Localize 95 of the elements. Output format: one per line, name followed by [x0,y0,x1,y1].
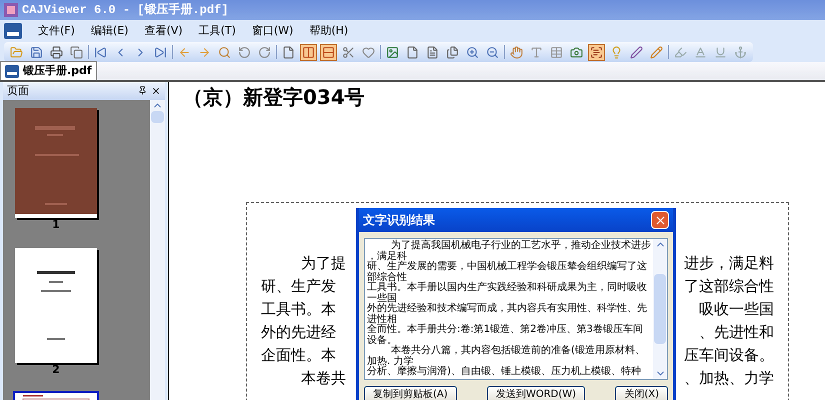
menu-item[interactable]: 帮助(H) [309,22,348,40]
menu-item[interactable]: 编辑(E) [90,22,128,40]
result-line: 进性相 [367,314,398,324]
menu-item[interactable]: 工具(T) [198,22,236,40]
copy-icon [70,46,83,58]
menu-item[interactable]: 文件(F) [38,22,75,40]
page-text: 本卷共 [300,368,346,388]
page-text: 进步，满足料 [684,253,774,273]
document-icon [426,46,439,58]
page-text: 外的先进经 [261,322,336,342]
forward-icon [198,46,211,58]
panel-title: 页面 [7,82,29,99]
page-text: 压车间设备。 [684,345,774,365]
printer-icon [50,46,63,58]
result-line: 加热. 力学 [367,356,414,366]
text-recognition-button[interactable] [588,44,605,60]
rotate-right-icon [258,46,271,58]
app-icon [4,3,18,17]
pin-icon[interactable] [138,86,147,95]
result-text-area[interactable] [364,238,668,380]
page-number: 1 [52,218,60,232]
result-line: 工具书。本手册以国内生产实践经验和科研成果为主，同时吸收 [367,283,648,293]
pencil-icon [650,46,663,58]
result-line: 一些国 [367,294,397,304]
page-text: 、先进性和 [699,322,774,342]
save-icon [30,46,43,58]
page-text: 吸收一些国 [699,299,774,319]
pages-button[interactable] [444,44,461,60]
result-line: 本卷共分八篇，其内容包括锻造前的准备(锻造用原材料、 [390,346,646,356]
close-icon [654,214,666,226]
hand-button[interactable] [508,44,525,60]
dialog-button[interactable]: 发送到WORD(W) [486,386,586,400]
printer-button[interactable] [48,44,65,60]
page-text: 研、生产发 [261,276,336,296]
dialog-title: 文字识别结果 [363,212,435,229]
menu-item[interactable]: 窗口(W) [252,22,294,40]
page-icon [406,46,419,58]
first-page-icon [94,46,107,58]
image-icon [386,46,399,58]
hand-icon [510,46,523,58]
pen-button[interactable] [628,44,645,60]
fit-width-button[interactable] [300,44,317,60]
underline-icon [714,46,727,58]
fit-width-icon [302,46,315,58]
scissors-icon [342,46,355,58]
menu-item[interactable]: 查看(V) [144,22,183,40]
result-line: 分析、摩擦与润滑)、自由锻、锤上模锻、压力机上模锻、特种 [367,367,642,378]
dialog-button[interactable]: 关闭(X) [615,386,668,400]
copy-button[interactable] [68,44,85,60]
zoom-in-icon [466,46,479,58]
folder-icon [10,46,23,58]
page-text: 为了提 [300,253,346,273]
pages-icon [446,46,459,58]
result-line: 部综合性 [367,272,407,282]
scrollbar[interactable] [150,100,165,400]
last-page-icon [154,46,167,58]
text-select-icon [530,46,543,58]
pen-icon [630,46,643,58]
page-text: 了这部综合性 [684,276,774,296]
heart-icon [362,46,375,58]
close-button[interactable] [651,211,669,229]
fit-height-button[interactable] [320,44,337,60]
highlighter-icon [674,46,687,58]
find-icon [218,46,231,58]
scrollbar-thumb[interactable] [654,274,666,344]
page-text: 企面性。本 [261,345,336,365]
pencil-button[interactable] [648,44,665,60]
page-text: 、加热、力学 [684,368,774,388]
result-line: 设备。 [367,336,397,346]
text-icon [694,46,707,58]
page-thumbnail[interactable] [15,248,97,363]
result-line: 全而性。本手册共分:卷:第1锻造、第2卷冲压、第3卷锻压车间 [367,325,644,335]
anchor-icon [734,46,747,58]
close-icon[interactable] [151,86,161,96]
dialog-button[interactable]: 复制到剪贴板(A) [364,386,457,400]
back-icon [178,46,191,58]
page-heading: （京）新登字034号 [183,84,365,111]
lightbulb-icon [610,46,623,58]
result-line: 为了提高我国机械电子行业的工艺水乎，推动企业技术进步 [390,241,651,251]
window-title: CAJViewer 6.0 - [锻压手册.pdf] [22,2,228,19]
rotate-left-icon [238,46,251,58]
result-line: 研、生产发展的需要，中国机械工程学会锻压辇会组织编写了这 [367,262,648,272]
zoom-out-icon [486,46,499,58]
result-line: ，满足科 [367,252,407,262]
text-recognition-icon [590,46,603,58]
page-number: 2 [52,363,60,377]
page-icon [282,46,295,58]
fit-height-icon [322,46,335,58]
scrollbar-thumb[interactable] [151,111,164,123]
result-line: 外的先进经验和技术编写而成，其内容兵有实用性、科学性、先 [367,304,648,314]
document-tab[interactable]: 锻压手册.pdf [0,61,97,80]
cover-thumbnail[interactable] [15,108,97,218]
table-icon [550,46,563,58]
camera-icon [570,46,583,58]
page-text: 工具书。本 [261,299,336,319]
